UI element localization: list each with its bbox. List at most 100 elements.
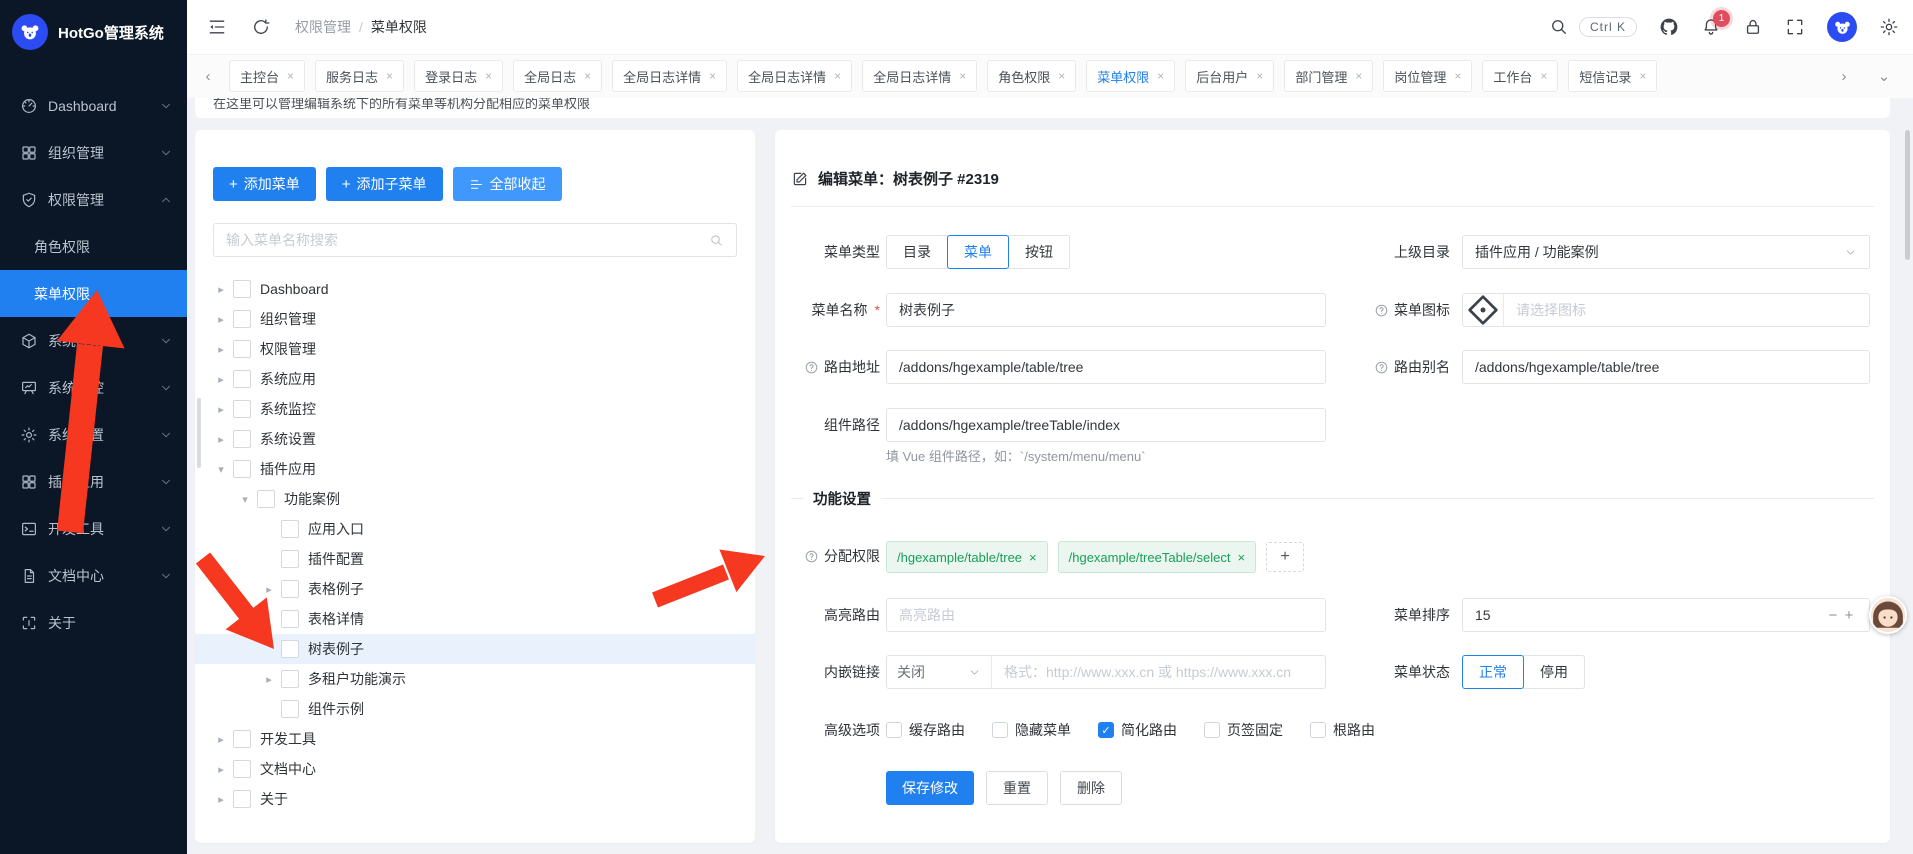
advanced-option-简化路由[interactable]: ✓简化路由	[1098, 720, 1177, 740]
breadcrumb-section[interactable]: 权限管理	[295, 17, 351, 37]
tree-checkbox[interactable]	[233, 340, 251, 358]
tree-toggle-icon[interactable]: ▸	[213, 763, 229, 776]
tab-后台用户[interactable]: 后台用户×	[1185, 60, 1274, 92]
tree-checkbox[interactable]	[233, 790, 251, 808]
tab-服务日志[interactable]: 服务日志×	[315, 60, 404, 92]
route-alias-input[interactable]: /addons/hgexample/table/tree	[1462, 350, 1870, 384]
tree-checkbox[interactable]	[233, 430, 251, 448]
sidebar-item-系统应用[interactable]: 系统应用	[0, 317, 187, 364]
tree-toggle-icon[interactable]: ▸	[213, 403, 229, 416]
notifications-button[interactable]: 1	[1701, 17, 1721, 37]
plus-icon[interactable]: +	[1841, 607, 1857, 624]
tree-checkbox[interactable]	[233, 310, 251, 328]
tab-登录日志[interactable]: 登录日志×	[414, 60, 503, 92]
tree-toggle-icon[interactable]: ▸	[213, 433, 229, 446]
sidebar-item-系统设置[interactable]: 系统设置	[0, 411, 187, 458]
help-icon[interactable]	[804, 549, 819, 564]
tree-item-表格详情[interactable]: 表格详情	[195, 604, 755, 634]
tree-item-插件应用[interactable]: ▾插件应用	[195, 454, 755, 484]
tree-checkbox[interactable]	[281, 700, 299, 718]
tree-checkbox[interactable]	[233, 280, 251, 298]
tree-checkbox[interactable]	[233, 730, 251, 748]
remove-tag-icon[interactable]: ×	[1238, 550, 1246, 565]
tree-item-权限管理[interactable]: ▸权限管理	[195, 334, 755, 364]
tree-item-系统设置[interactable]: ▸系统设置	[195, 424, 755, 454]
sidebar-item-组织管理[interactable]: 组织管理	[0, 129, 187, 176]
close-tab-icon[interactable]: ×	[1639, 69, 1646, 83]
collapse-all-button[interactable]: 全部收起	[453, 167, 562, 201]
help-icon[interactable]	[804, 360, 819, 375]
tab-岗位管理[interactable]: 岗位管理×	[1383, 60, 1472, 92]
tree-toggle-icon[interactable]: ▸	[213, 283, 229, 296]
advanced-option-根路由[interactable]: 根路由	[1310, 720, 1375, 740]
tree-checkbox[interactable]	[233, 760, 251, 778]
tree-toggle-icon[interactable]: ▸	[213, 313, 229, 326]
tree-scrollbar[interactable]	[197, 398, 201, 468]
help-icon[interactable]	[1374, 303, 1389, 318]
highlight-route-input[interactable]: 高亮路由	[886, 598, 1326, 632]
sidebar-item-开发工具[interactable]: 开发工具	[0, 505, 187, 552]
fullscreen-icon[interactable]	[1785, 17, 1805, 37]
advanced-option-缓存路由[interactable]: 缓存路由	[886, 720, 965, 740]
tab-角色权限[interactable]: 角色权限×	[987, 60, 1076, 92]
checkbox[interactable]: ✓	[1098, 722, 1114, 738]
tabs-menu-icon[interactable]: ⌄	[1871, 62, 1897, 90]
tree-item-组织管理[interactable]: ▸组织管理	[195, 304, 755, 334]
close-tab-icon[interactable]: ×	[1540, 69, 1547, 83]
lock-icon[interactable]	[1743, 17, 1763, 37]
minus-icon[interactable]: −	[1825, 607, 1841, 624]
checkbox[interactable]	[1310, 722, 1326, 738]
tree-item-插件配置[interactable]: 插件配置	[195, 544, 755, 574]
tree-toggle-icon[interactable]: ▸	[213, 733, 229, 746]
search-icon[interactable]	[1549, 17, 1569, 37]
tree-toggle-icon[interactable]: ▸	[213, 793, 229, 806]
tree-checkbox[interactable]	[233, 400, 251, 418]
menu-status-option-停用[interactable]: 停用	[1523, 655, 1585, 689]
tree-toggle-icon[interactable]: ▸	[261, 583, 277, 596]
tab-主控台[interactable]: 主控台×	[229, 60, 305, 92]
delete-button[interactable]: 删除	[1060, 771, 1122, 805]
parent-dir-select[interactable]: 插件应用 / 功能案例	[1462, 235, 1870, 269]
advanced-option-隐藏菜单[interactable]: 隐藏菜单	[992, 720, 1071, 740]
tree-item-文档中心[interactable]: ▸文档中心	[195, 754, 755, 784]
remove-tag-icon[interactable]: ×	[1029, 550, 1037, 565]
add-menu-button[interactable]: + 添加菜单	[213, 167, 316, 201]
menu-icon-picker[interactable]: 请选择图标	[1462, 293, 1870, 327]
tree-checkbox[interactable]	[233, 460, 251, 478]
app-logo[interactable]: HotGo管理系统	[0, 0, 187, 64]
menu-search-input[interactable]: 输入菜单名称搜索	[213, 223, 737, 257]
search-shortcut[interactable]: Ctrl K	[1579, 17, 1637, 37]
checkbox[interactable]	[1204, 722, 1220, 738]
tree-checkbox[interactable]	[281, 580, 299, 598]
tab-短信记录[interactable]: 短信记录×	[1568, 60, 1657, 92]
close-tab-icon[interactable]: ×	[1157, 69, 1164, 83]
sidebar-item-插件应用[interactable]: 插件应用	[0, 458, 187, 505]
close-tab-icon[interactable]: ×	[959, 69, 966, 83]
menu-sort-input[interactable]: 15 − +	[1462, 598, 1870, 632]
add-permission-button[interactable]: +	[1266, 542, 1304, 572]
tab-工作台[interactable]: 工作台×	[1482, 60, 1558, 92]
sidebar-item-系统监控[interactable]: 系统监控	[0, 364, 187, 411]
tree-checkbox[interactable]	[281, 640, 299, 658]
tree-item-多租户功能演示[interactable]: ▸多租户功能演示	[195, 664, 755, 694]
settings-gear-icon[interactable]	[1879, 17, 1899, 37]
tree-item-表格例子[interactable]: ▸表格例子	[195, 574, 755, 604]
route-path-input[interactable]: /addons/hgexample/table/tree	[886, 350, 1326, 384]
tree-item-系统监控[interactable]: ▸系统监控	[195, 394, 755, 424]
tree-checkbox[interactable]	[281, 520, 299, 538]
tab-全局日志详情[interactable]: 全局日志详情×	[612, 60, 727, 92]
sidebar-item-权限管理[interactable]: 权限管理	[0, 176, 187, 223]
tree-item-开发工具[interactable]: ▸开发工具	[195, 724, 755, 754]
checkbox[interactable]	[886, 722, 902, 738]
close-tab-icon[interactable]: ×	[287, 69, 294, 83]
close-tab-icon[interactable]: ×	[1355, 69, 1362, 83]
close-tab-icon[interactable]: ×	[584, 69, 591, 83]
tree-checkbox[interactable]	[281, 550, 299, 568]
sidebar-item-文档中心[interactable]: 文档中心	[0, 552, 187, 599]
tree-toggle-icon[interactable]: ▸	[213, 373, 229, 386]
tree-item-系统应用[interactable]: ▸系统应用	[195, 364, 755, 394]
github-icon[interactable]	[1659, 17, 1679, 37]
search-icon[interactable]	[709, 233, 724, 248]
close-tab-icon[interactable]: ×	[485, 69, 492, 83]
tree-toggle-icon[interactable]: ▾	[237, 493, 253, 506]
